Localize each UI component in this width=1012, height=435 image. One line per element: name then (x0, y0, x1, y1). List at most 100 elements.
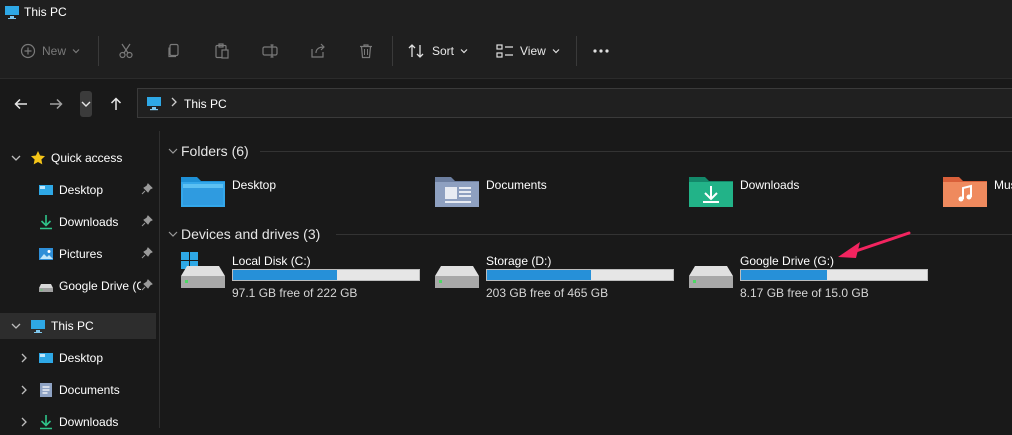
drive-name: Storage (D:) (486, 254, 552, 268)
cut-button[interactable] (118, 38, 134, 64)
folder-label: Desktop (232, 178, 277, 192)
drive-icon (38, 278, 54, 297)
sidebar-item-this-pc[interactable]: This PC (0, 313, 156, 339)
sort-icon (408, 44, 424, 58)
more-options-button[interactable] (592, 38, 610, 64)
folder-icon (689, 173, 733, 210)
chevron-down-icon (81, 101, 91, 107)
view-label: View (520, 44, 546, 58)
paste-icon (215, 43, 229, 59)
sort-label: Sort (432, 44, 455, 58)
drive-storage-d[interactable]: Storage (D:) 203 GB free of 465 GB (435, 252, 685, 300)
paste-button[interactable] (214, 38, 230, 64)
chevron-right-icon[interactable] (18, 352, 30, 367)
folder-desktop[interactable]: Desktop (181, 173, 421, 213)
view-button[interactable]: View (496, 38, 560, 64)
sidebar-item-google-drive[interactable]: Google Drive (G:) (0, 273, 156, 299)
drive-local-disk-c[interactable]: Local Disk (C:) 97.1 GB free of 222 GB (181, 252, 431, 300)
breadcrumb-this-pc[interactable]: This PC (184, 97, 227, 111)
sidebar-item-downloads[interactable]: Downloads (0, 409, 156, 435)
drive-icon (435, 252, 479, 293)
drive-name: Google Drive (G:) (740, 254, 835, 268)
pc-icon (146, 96, 162, 114)
content-area: Folders (6) Desktop Documents Downloads … (160, 131, 1012, 428)
forward-button[interactable] (45, 93, 67, 115)
share-button[interactable] (310, 38, 326, 64)
rename-button[interactable] (262, 38, 278, 64)
download-icon (38, 214, 54, 233)
up-button[interactable] (105, 93, 127, 115)
chevron-down-icon[interactable] (10, 320, 22, 335)
chevron-down-icon (72, 49, 80, 54)
sidebar-item-downloads[interactable]: Downloads (0, 209, 156, 235)
sidebar-item-label: Desktop (59, 183, 104, 197)
back-button[interactable] (10, 93, 32, 115)
drive-usage-bar (232, 269, 420, 281)
sidebar-item-desktop[interactable]: Desktop (0, 177, 156, 203)
folder-icon (181, 173, 225, 210)
title-bar: This PC (0, 0, 1012, 24)
chevron-right-icon[interactable] (18, 384, 30, 399)
sidebar-item-label: Pictures (59, 247, 103, 261)
chevron-right-icon[interactable] (18, 416, 30, 431)
breadcrumb-chevron-icon (170, 96, 178, 110)
pin-icon (141, 215, 153, 230)
chevron-down-icon (460, 49, 468, 54)
drive-usage-bar (486, 269, 674, 281)
sidebar-item-label: Google Drive (G:) (59, 279, 141, 293)
folder-downloads[interactable]: Downloads (689, 173, 929, 213)
sidebar-item-label: Desktop (59, 351, 104, 365)
documents-icon (38, 382, 54, 401)
sidebar-item-label: Quick access (51, 151, 123, 165)
sidebar-item-label: This PC (51, 319, 94, 333)
copy-button[interactable] (166, 38, 182, 64)
chevron-down-icon[interactable] (10, 152, 22, 167)
navigation-pane: Quick access Desktop Downloads Pictures … (0, 131, 160, 430)
sidebar-item-pictures[interactable]: Pictures (0, 241, 156, 267)
pc-icon (30, 318, 46, 337)
folder-icon (435, 173, 479, 210)
folder-music[interactable]: Music (943, 173, 1012, 213)
recent-locations-button[interactable] (80, 91, 92, 117)
address-bar[interactable]: This PC (137, 88, 1012, 118)
sort-button[interactable]: Sort (408, 38, 468, 64)
command-bar: New Sort View (0, 24, 1012, 79)
pictures-icon (38, 246, 54, 265)
folder-label: Downloads (740, 178, 800, 192)
sidebar-item-documents[interactable]: Documents (0, 377, 156, 403)
delete-button[interactable] (358, 38, 374, 64)
download-icon (38, 414, 54, 433)
arrow-left-icon (14, 98, 27, 110)
folders-section-header[interactable]: Folders (6) (160, 141, 1012, 161)
new-button[interactable]: New (20, 38, 80, 64)
folder-documents[interactable]: Documents (435, 173, 675, 213)
arrow-right-icon (50, 98, 63, 110)
sidebar-item-desktop[interactable]: Desktop (0, 345, 156, 371)
drive-free-space: 8.17 GB free of 15.0 GB (740, 286, 869, 300)
copy-icon (168, 43, 179, 58)
more-icon (593, 49, 609, 53)
drive-usage-fill (233, 270, 338, 280)
drive-free-space: 203 GB free of 465 GB (486, 286, 609, 300)
view-icon (496, 44, 513, 58)
drive-free-space: 97.1 GB free of 222 GB (232, 286, 358, 300)
rename-icon (262, 44, 278, 58)
plus-icon (20, 43, 36, 59)
toolbar-divider (392, 36, 393, 66)
desktop-icon (38, 350, 54, 369)
pin-icon (141, 183, 153, 198)
star-icon (30, 150, 46, 169)
chevron-down-icon (168, 228, 178, 242)
sidebar-item-label: Documents (59, 383, 120, 397)
sidebar-item-quick-access[interactable]: Quick access (0, 145, 156, 171)
section-title: Folders (6) (181, 143, 249, 159)
chevron-down-icon (552, 49, 560, 54)
drive-icon (689, 252, 733, 293)
desktop-icon (38, 182, 54, 201)
new-label: New (42, 44, 67, 58)
share-icon (311, 43, 325, 58)
chevron-down-icon (168, 145, 178, 159)
drive-usage-fill (487, 270, 592, 280)
drive-usage-fill (741, 270, 827, 280)
window-title: This PC (24, 5, 67, 19)
